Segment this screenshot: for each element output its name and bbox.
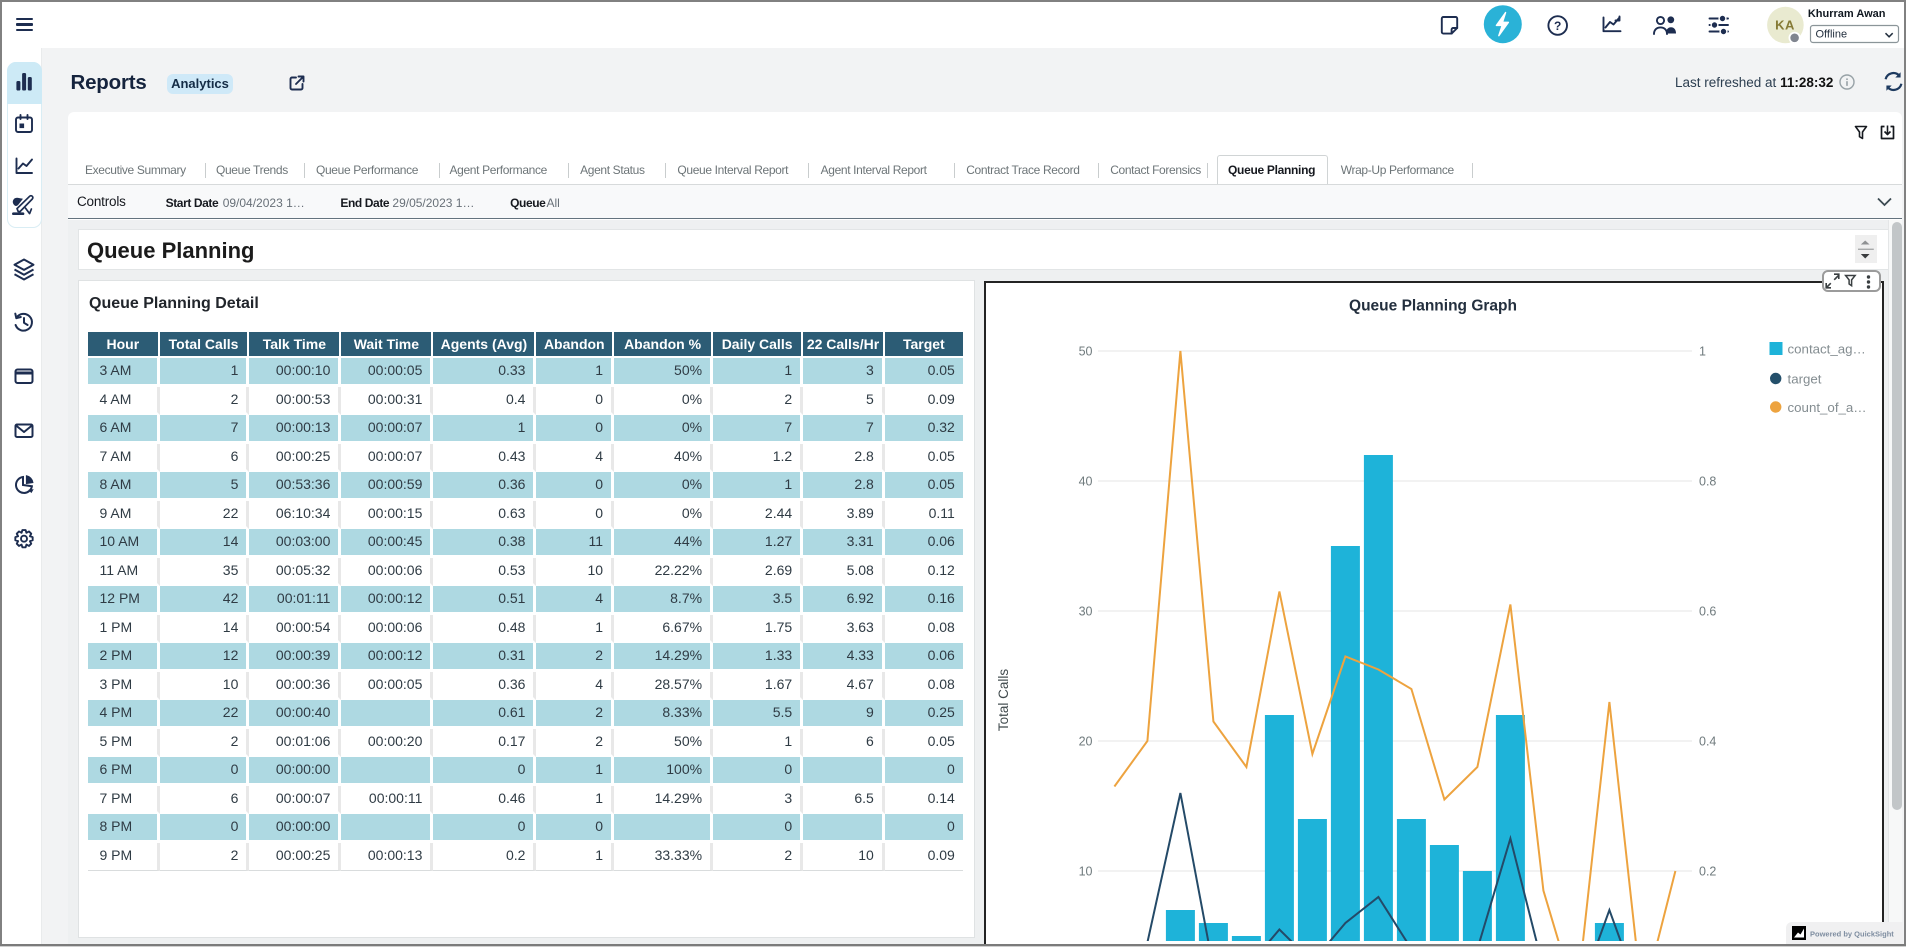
svg-text:Khurram Awan: Khurram Awan bbox=[1808, 8, 1886, 20]
svg-text:?: ? bbox=[1554, 19, 1561, 33]
svg-text:Offline: Offline bbox=[1816, 29, 1848, 41]
svg-text:40: 40 bbox=[1079, 475, 1093, 489]
svg-text:contact_ag…: contact_ag… bbox=[1788, 342, 1866, 357]
svg-text:0.6: 0.6 bbox=[1699, 605, 1716, 619]
svg-text:KA: KA bbox=[1775, 18, 1795, 33]
svg-text:50: 50 bbox=[1079, 345, 1093, 359]
svg-text:Powered by QuickSight: Powered by QuickSight bbox=[1810, 930, 1894, 939]
svg-text:20: 20 bbox=[1079, 735, 1093, 749]
svg-text:0.2: 0.2 bbox=[1699, 865, 1716, 879]
svg-text:count_of_a…: count_of_a… bbox=[1788, 400, 1867, 415]
svg-text:30: 30 bbox=[1079, 605, 1093, 619]
svg-text:target: target bbox=[1788, 371, 1822, 386]
svg-text:10: 10 bbox=[1079, 865, 1093, 879]
svg-text:1: 1 bbox=[1699, 345, 1706, 359]
svg-text:0.8: 0.8 bbox=[1699, 475, 1716, 489]
svg-text:Total Calls: Total Calls bbox=[996, 669, 1011, 732]
svg-text:Queue Planning Graph: Queue Planning Graph bbox=[1349, 298, 1517, 315]
svg-text:0.4: 0.4 bbox=[1699, 735, 1716, 749]
